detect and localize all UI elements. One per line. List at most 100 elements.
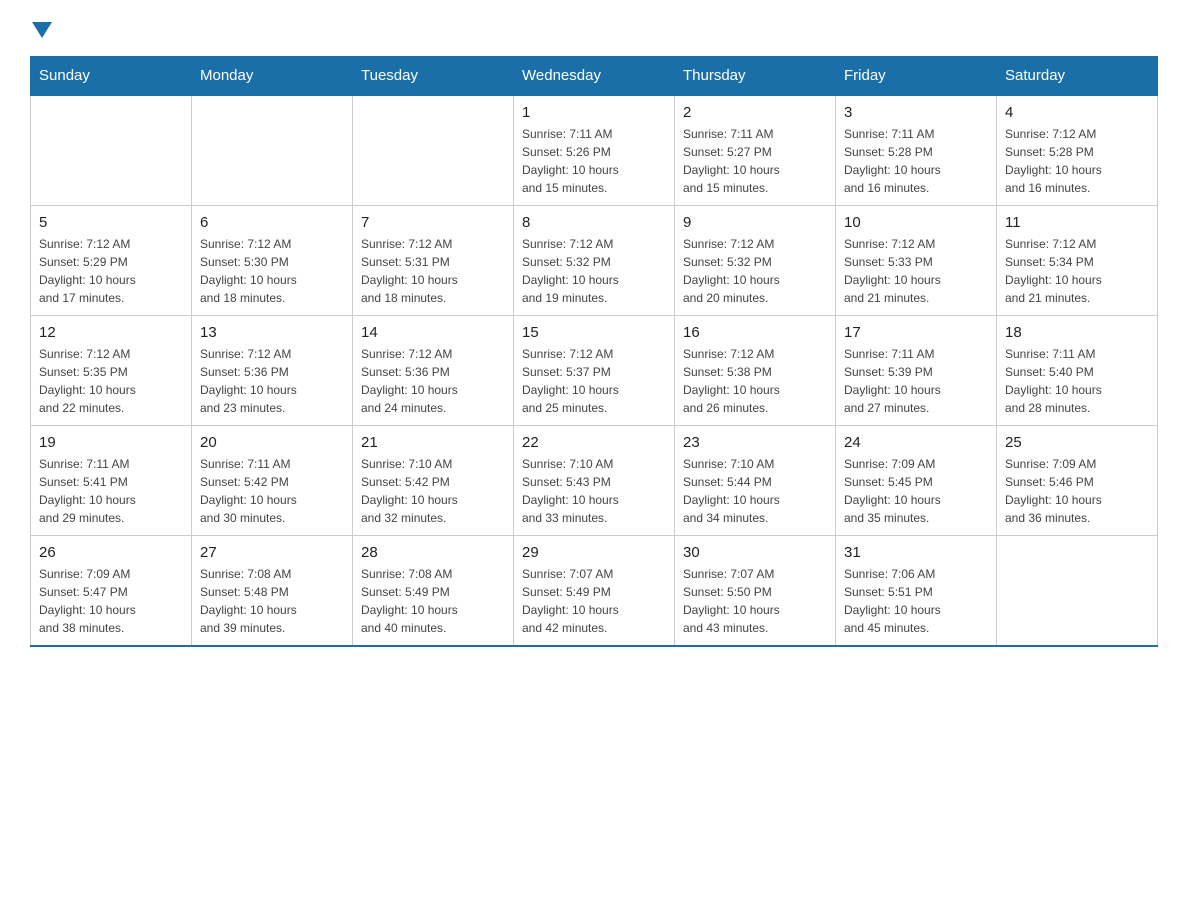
calendar-cell-w1-d7: 4 Sunrise: 7:12 AM Sunset: 5:28 PM Daylig… (997, 95, 1158, 206)
day-info: Sunrise: 7:08 AM Sunset: 5:48 PM Dayligh… (200, 565, 344, 637)
calendar-cell-w4-d3: 21 Sunrise: 7:10 AM Sunset: 5:42 PM Dayli… (353, 426, 514, 536)
day-number: 9 (683, 214, 827, 231)
day-number: 5 (39, 214, 183, 231)
header-row: SundayMondayTuesdayWednesdayThursdayFrid… (31, 57, 1158, 96)
calendar-cell-w4-d6: 24 Sunrise: 7:09 AM Sunset: 5:45 PM Dayli… (836, 426, 997, 536)
day-number: 18 (1005, 324, 1149, 341)
week-row-5: 26 Sunrise: 7:09 AM Sunset: 5:47 PM Dayli… (31, 536, 1158, 647)
day-number: 4 (1005, 104, 1149, 121)
day-number: 21 (361, 434, 505, 451)
day-info: Sunrise: 7:12 AM Sunset: 5:34 PM Dayligh… (1005, 235, 1149, 307)
calendar-cell-w1-d5: 2Sunrise: 7:11 AM Sunset: 5:27 PM Daylig… (675, 95, 836, 206)
calendar-cell-w3-d7: 18 Sunrise: 7:11 AM Sunset: 5:40 PM Dayli… (997, 316, 1158, 426)
day-info: Sunrise: 7:12 AM Sunset: 5:30 PM Dayligh… (200, 235, 344, 307)
week-row-4: 19 Sunrise: 7:11 AM Sunset: 5:41 PM Dayli… (31, 426, 1158, 536)
calendar-cell-w3-d1: 12 Sunrise: 7:12 AM Sunset: 5:35 PM Dayli… (31, 316, 192, 426)
calendar-cell-w4-d5: 23 Sunrise: 7:10 AM Sunset: 5:44 PM Dayli… (675, 426, 836, 536)
day-number: 27 (200, 544, 344, 561)
day-number: 12 (39, 324, 183, 341)
calendar-cell-w5-d1: 26 Sunrise: 7:09 AM Sunset: 5:47 PM Dayli… (31, 536, 192, 647)
calendar-cell-w3-d4: 15Sunrise: 7:12 AM Sunset: 5:37 PM Dayli… (514, 316, 675, 426)
day-number: 8 (522, 214, 666, 231)
day-number: 25 (1005, 434, 1149, 451)
day-number: 7 (361, 214, 505, 231)
day-number: 30 (683, 544, 827, 561)
calendar-cell-w5-d5: 30 Sunrise: 7:07 AM Sunset: 5:50 PM Dayli… (675, 536, 836, 647)
day-info: Sunrise: 7:10 AM Sunset: 5:43 PM Dayligh… (522, 455, 666, 527)
day-number: 19 (39, 434, 183, 451)
day-info: Sunrise: 7:08 AM Sunset: 5:49 PM Dayligh… (361, 565, 505, 637)
day-number: 16 (683, 324, 827, 341)
day-number: 6 (200, 214, 344, 231)
day-number: 20 (200, 434, 344, 451)
day-info: Sunrise: 7:11 AM Sunset: 5:41 PM Dayligh… (39, 455, 183, 527)
day-info: Sunrise: 7:12 AM Sunset: 5:29 PM Dayligh… (39, 235, 183, 307)
week-row-3: 12 Sunrise: 7:12 AM Sunset: 5:35 PM Dayli… (31, 316, 1158, 426)
day-info: Sunrise: 7:12 AM Sunset: 5:28 PM Dayligh… (1005, 125, 1149, 197)
day-number: 14 (361, 324, 505, 341)
header-wednesday: Wednesday (514, 57, 675, 96)
week-row-2: 5 Sunrise: 7:12 AM Sunset: 5:29 PM Daylig… (31, 206, 1158, 316)
calendar-cell-w1-d4: 1 Sunrise: 7:11 AM Sunset: 5:26 PM Daylig… (514, 95, 675, 206)
calendar-cell-w2-d4: 8Sunrise: 7:12 AM Sunset: 5:32 PM Daylig… (514, 206, 675, 316)
calendar-cell-w1-d2 (192, 95, 353, 206)
day-info: Sunrise: 7:07 AM Sunset: 5:49 PM Dayligh… (522, 565, 666, 637)
header-monday: Monday (192, 57, 353, 96)
header-tuesday: Tuesday (353, 57, 514, 96)
day-info: Sunrise: 7:11 AM Sunset: 5:40 PM Dayligh… (1005, 345, 1149, 417)
calendar-cell-w5-d3: 28 Sunrise: 7:08 AM Sunset: 5:49 PM Dayli… (353, 536, 514, 647)
day-info: Sunrise: 7:10 AM Sunset: 5:44 PM Dayligh… (683, 455, 827, 527)
calendar-cell-w2-d5: 9 Sunrise: 7:12 AM Sunset: 5:32 PM Daylig… (675, 206, 836, 316)
calendar-table: SundayMondayTuesdayWednesdayThursdayFrid… (30, 56, 1158, 647)
header-saturday: Saturday (997, 57, 1158, 96)
day-number: 10 (844, 214, 988, 231)
calendar-cell-w5-d6: 31 Sunrise: 7:06 AM Sunset: 5:51 PM Dayli… (836, 536, 997, 647)
day-info: Sunrise: 7:12 AM Sunset: 5:36 PM Dayligh… (200, 345, 344, 417)
day-number: 13 (200, 324, 344, 341)
calendar-cell-w4-d7: 25 Sunrise: 7:09 AM Sunset: 5:46 PM Dayli… (997, 426, 1158, 536)
day-number: 2 (683, 104, 827, 121)
day-number: 15 (522, 324, 666, 341)
day-info: Sunrise: 7:07 AM Sunset: 5:50 PM Dayligh… (683, 565, 827, 637)
day-number: 3 (844, 104, 988, 121)
calendar-cell-w3-d3: 14 Sunrise: 7:12 AM Sunset: 5:36 PM Dayli… (353, 316, 514, 426)
calendar-cell-w1-d6: 3 Sunrise: 7:11 AM Sunset: 5:28 PM Daylig… (836, 95, 997, 206)
day-number: 11 (1005, 214, 1149, 231)
day-info: Sunrise: 7:12 AM Sunset: 5:31 PM Dayligh… (361, 235, 505, 307)
calendar-cell-w1-d1 (31, 95, 192, 206)
calendar-cell-w5-d4: 29Sunrise: 7:07 AM Sunset: 5:49 PM Dayli… (514, 536, 675, 647)
day-number: 24 (844, 434, 988, 451)
day-info: Sunrise: 7:06 AM Sunset: 5:51 PM Dayligh… (844, 565, 988, 637)
day-info: Sunrise: 7:12 AM Sunset: 5:35 PM Dayligh… (39, 345, 183, 417)
day-number: 26 (39, 544, 183, 561)
day-info: Sunrise: 7:12 AM Sunset: 5:36 PM Dayligh… (361, 345, 505, 417)
logo (30, 20, 52, 38)
day-info: Sunrise: 7:11 AM Sunset: 5:28 PM Dayligh… (844, 125, 988, 197)
day-info: Sunrise: 7:09 AM Sunset: 5:45 PM Dayligh… (844, 455, 988, 527)
page-header (30, 20, 1158, 38)
day-info: Sunrise: 7:11 AM Sunset: 5:26 PM Dayligh… (522, 125, 666, 197)
day-info: Sunrise: 7:12 AM Sunset: 5:32 PM Dayligh… (683, 235, 827, 307)
day-number: 28 (361, 544, 505, 561)
calendar-cell-w3-d6: 17 Sunrise: 7:11 AM Sunset: 5:39 PM Dayli… (836, 316, 997, 426)
day-number: 31 (844, 544, 988, 561)
calendar-cell-w4-d4: 22 Sunrise: 7:10 AM Sunset: 5:43 PM Dayli… (514, 426, 675, 536)
calendar-cell-w2-d6: 10Sunrise: 7:12 AM Sunset: 5:33 PM Dayli… (836, 206, 997, 316)
header-sunday: Sunday (31, 57, 192, 96)
calendar-cell-w1-d3 (353, 95, 514, 206)
day-number: 23 (683, 434, 827, 451)
calendar-cell-w4-d2: 20 Sunrise: 7:11 AM Sunset: 5:42 PM Dayli… (192, 426, 353, 536)
calendar-cell-w2-d1: 5 Sunrise: 7:12 AM Sunset: 5:29 PM Daylig… (31, 206, 192, 316)
header-thursday: Thursday (675, 57, 836, 96)
day-info: Sunrise: 7:09 AM Sunset: 5:46 PM Dayligh… (1005, 455, 1149, 527)
header-friday: Friday (836, 57, 997, 96)
day-info: Sunrise: 7:11 AM Sunset: 5:39 PM Dayligh… (844, 345, 988, 417)
day-number: 22 (522, 434, 666, 451)
day-number: 17 (844, 324, 988, 341)
day-info: Sunrise: 7:10 AM Sunset: 5:42 PM Dayligh… (361, 455, 505, 527)
day-info: Sunrise: 7:09 AM Sunset: 5:47 PM Dayligh… (39, 565, 183, 637)
day-info: Sunrise: 7:12 AM Sunset: 5:38 PM Dayligh… (683, 345, 827, 417)
day-info: Sunrise: 7:11 AM Sunset: 5:42 PM Dayligh… (200, 455, 344, 527)
day-number: 1 (522, 104, 666, 121)
calendar-cell-w5-d7 (997, 536, 1158, 647)
